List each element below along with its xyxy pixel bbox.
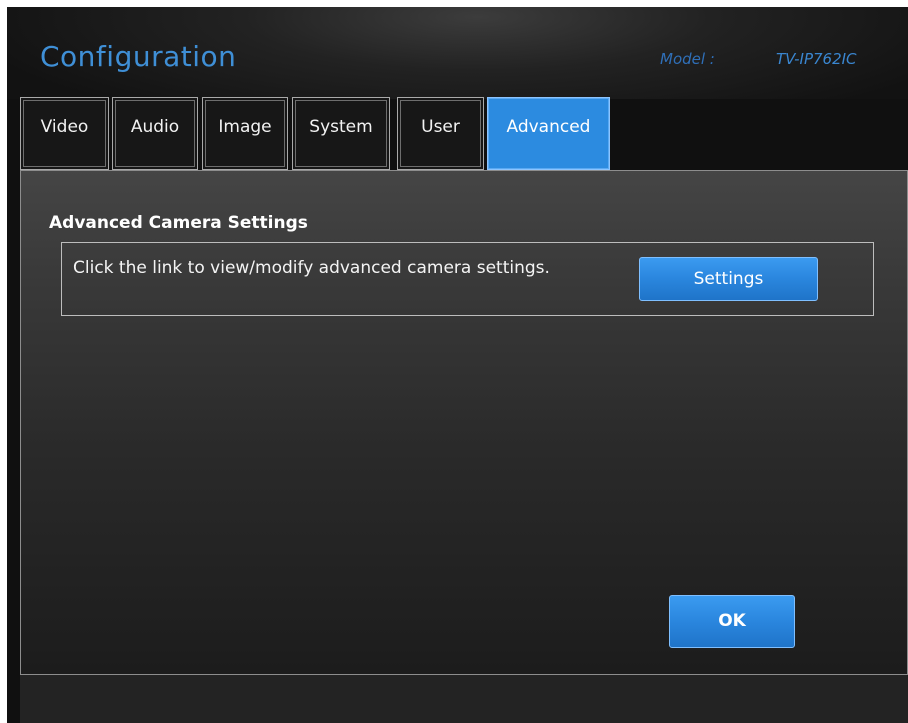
model-label: Model : (660, 50, 715, 68)
tab-image[interactable]: Image (202, 97, 288, 170)
configuration-window: Configuration Model : TV-IP762IC Video A… (7, 7, 908, 723)
footer-bar (20, 675, 908, 723)
tab-audio[interactable]: Audio (112, 97, 198, 170)
settings-box: Click the link to view/modify advanced c… (61, 242, 874, 316)
tab-user[interactable]: User (397, 97, 484, 170)
settings-description: Click the link to view/modify advanced c… (73, 258, 550, 278)
settings-button[interactable]: Settings (639, 257, 818, 301)
section-title: Advanced Camera Settings (49, 213, 308, 233)
model-value: TV-IP762IC (776, 50, 857, 68)
tab-system[interactable]: System (292, 97, 390, 170)
advanced-panel: Advanced Camera Settings Click the link … (20, 170, 908, 675)
page-title: Configuration (40, 40, 237, 73)
tab-video[interactable]: Video (20, 97, 109, 170)
header: Configuration Model : TV-IP762IC (7, 7, 908, 99)
tab-advanced[interactable]: Advanced (487, 97, 610, 170)
ok-button[interactable]: OK (669, 595, 795, 648)
